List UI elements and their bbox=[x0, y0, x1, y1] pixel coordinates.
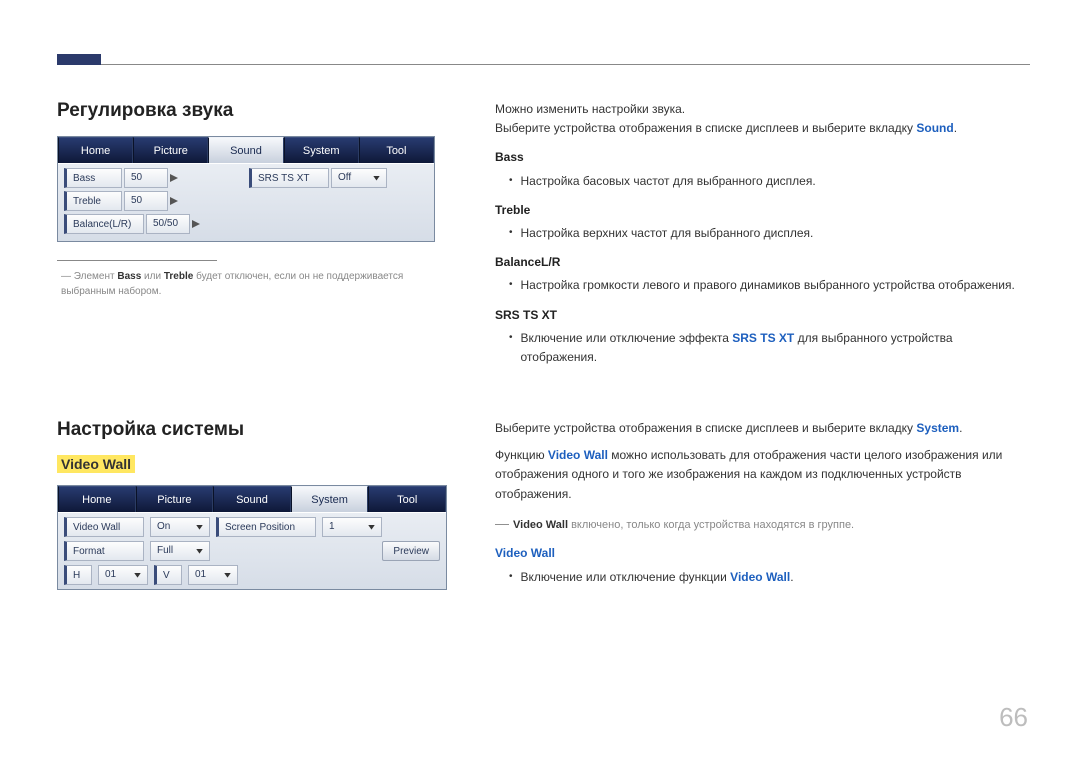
chevron-down-icon bbox=[196, 549, 203, 554]
tab-picture[interactable]: Picture bbox=[136, 486, 214, 512]
section-sound: Регулировка звука Home Picture Sound Sys… bbox=[57, 100, 1030, 371]
h-label: H bbox=[64, 565, 92, 585]
desc-videowall: Video Wall bbox=[495, 544, 1030, 563]
bullet: •Настройка верхних частот для выбранного… bbox=[509, 224, 1030, 243]
chevron-down-icon bbox=[134, 573, 141, 578]
field-balance: Balance(L/R) 50/50 bbox=[64, 214, 243, 234]
sound-intro1: Можно изменить настройки звука. bbox=[495, 100, 1030, 119]
bullet: •Включение или отключение функции Video … bbox=[509, 568, 1030, 587]
tab-picture[interactable]: Picture bbox=[133, 137, 208, 163]
system-intro: Выберите устройства отображения в списке… bbox=[495, 419, 1030, 438]
format-value[interactable]: Full bbox=[150, 541, 210, 561]
treble-value[interactable]: 50 bbox=[124, 191, 168, 211]
system-row-1: Video Wall On Screen Position 1 bbox=[64, 517, 440, 537]
bass-label: Bass bbox=[64, 168, 122, 188]
system-left-column: Настройка системы Video Wall Home Pictur… bbox=[57, 419, 447, 591]
page-content: Регулировка звука Home Picture Sound Sys… bbox=[57, 100, 1030, 591]
srs-value[interactable]: Off bbox=[331, 168, 387, 188]
page-number: 66 bbox=[999, 702, 1028, 733]
slider-icon[interactable] bbox=[170, 197, 178, 205]
sound-col-right: SRS TS XT Off bbox=[249, 168, 428, 237]
tab-sound[interactable]: Sound bbox=[208, 137, 283, 163]
slider-icon[interactable] bbox=[192, 220, 200, 228]
desc-srs: SRS TS XT bbox=[495, 306, 1030, 325]
system-panel: Home Picture Sound System Tool Video Wal… bbox=[57, 485, 447, 590]
system-row-3: H 01 V 01 bbox=[64, 565, 440, 585]
srs-label: SRS TS XT bbox=[249, 168, 329, 188]
slider-icon[interactable] bbox=[170, 174, 178, 182]
balance-value[interactable]: 50/50 bbox=[146, 214, 190, 234]
section-title-system: Настройка системы bbox=[57, 419, 447, 441]
sound-panel-body: Bass 50 Treble 50 Balance(L/R) 50/50 bbox=[58, 163, 434, 241]
section-system: Настройка системы Video Wall Home Pictur… bbox=[57, 419, 1030, 591]
v-value[interactable]: 01 bbox=[188, 565, 238, 585]
preview-button[interactable]: Preview bbox=[382, 541, 440, 561]
field-treble: Treble 50 bbox=[64, 191, 243, 211]
system-tabs: Home Picture Sound System Tool bbox=[58, 486, 446, 512]
field-srs: SRS TS XT Off bbox=[249, 168, 428, 188]
tab-sound[interactable]: Sound bbox=[213, 486, 291, 512]
tab-tool[interactable]: Tool bbox=[359, 137, 434, 163]
tab-home[interactable]: Home bbox=[58, 137, 133, 163]
footnote-rule bbox=[57, 260, 217, 261]
sound-tabs: Home Picture Sound System Tool bbox=[58, 137, 434, 163]
sound-intro2: Выберите устройства отображения в списке… bbox=[495, 119, 1030, 138]
screenpos-value[interactable]: 1 bbox=[322, 517, 382, 537]
sound-description: Можно изменить настройки звука. Выберите… bbox=[495, 100, 1030, 371]
system-panel-body: Video Wall On Screen Position 1 Format F… bbox=[58, 512, 446, 589]
bullet: •Включение или отключение эффекта SRS TS… bbox=[509, 329, 1030, 367]
field-bass: Bass 50 bbox=[64, 168, 243, 188]
system-body: Функцию Video Wall можно использовать дл… bbox=[495, 446, 1030, 504]
chevron-down-icon bbox=[368, 525, 375, 530]
tab-home[interactable]: Home bbox=[58, 486, 136, 512]
h-value[interactable]: 01 bbox=[98, 565, 148, 585]
sound-left-column: Регулировка звука Home Picture Sound Sys… bbox=[57, 100, 447, 371]
chevron-down-icon bbox=[196, 525, 203, 530]
system-note: ―Video Wall включено, только когда устро… bbox=[495, 512, 1030, 535]
highlight-videowall: Video Wall bbox=[57, 455, 135, 473]
bullet: •Настройка громкости левого и правого ди… bbox=[509, 276, 1030, 295]
tab-system[interactable]: System bbox=[291, 486, 369, 512]
screenpos-label: Screen Position bbox=[216, 517, 316, 537]
videowall-label: Video Wall bbox=[64, 517, 144, 537]
chevron-down-icon bbox=[224, 573, 231, 578]
balance-label: Balance(L/R) bbox=[64, 214, 144, 234]
sound-footnote: ― Элемент Bass или Treble будет отключен… bbox=[57, 269, 447, 299]
bass-value[interactable]: 50 bbox=[124, 168, 168, 188]
treble-label: Treble bbox=[64, 191, 122, 211]
header-rule bbox=[57, 64, 1030, 65]
v-label: V bbox=[154, 565, 182, 585]
tab-system[interactable]: System bbox=[284, 137, 359, 163]
system-description: Выберите устройства отображения в списке… bbox=[495, 419, 1030, 591]
section-title-sound: Регулировка звука bbox=[57, 100, 447, 122]
desc-treble: Treble bbox=[495, 201, 1030, 220]
videowall-value[interactable]: On bbox=[150, 517, 210, 537]
header-accent-block bbox=[57, 54, 101, 65]
sound-panel: Home Picture Sound System Tool Bass 50 bbox=[57, 136, 435, 242]
desc-balance: BalanceL/R bbox=[495, 253, 1030, 272]
sound-col-left: Bass 50 Treble 50 Balance(L/R) 50/50 bbox=[64, 168, 243, 237]
chevron-down-icon bbox=[373, 176, 380, 181]
tab-tool[interactable]: Tool bbox=[368, 486, 446, 512]
format-label: Format bbox=[64, 541, 144, 561]
bullet: •Настройка басовых частот для выбранного… bbox=[509, 172, 1030, 191]
system-row-2: Format Full Preview bbox=[64, 541, 440, 561]
desc-bass: Bass bbox=[495, 148, 1030, 167]
